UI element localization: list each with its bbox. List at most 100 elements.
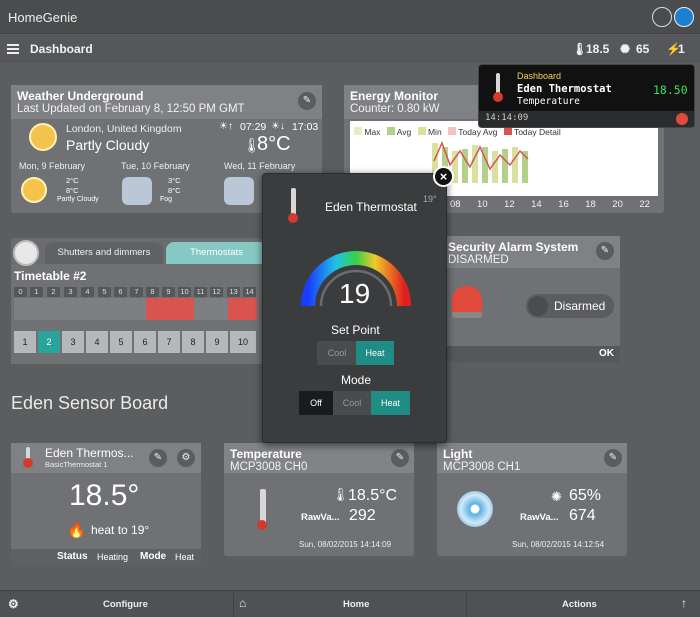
alarm-header: Security Alarm System DISARMED [440, 236, 620, 268]
x-tick: 10 [477, 199, 488, 210]
power-status-icon[interactable] [674, 7, 694, 27]
toast-alert-icon[interactable] [676, 113, 688, 125]
thermostat-value: 18.5° [69, 479, 140, 512]
setpoint-cool-button[interactable]: Cool [317, 341, 357, 365]
x-tick: 08 [450, 199, 461, 210]
disc-icon [457, 491, 493, 527]
timetable-page-button[interactable]: 3 [62, 331, 84, 353]
alarm-status: DISARMED [448, 254, 509, 266]
alarm-toggle[interactable]: Disarmed [526, 294, 614, 318]
forecast-day: Mon, 9 February [19, 161, 86, 171]
tab-thermostats[interactable]: Thermostats [166, 242, 267, 264]
light-subtitle: MCP3008 CH1 [443, 461, 521, 473]
raw-value: 674 [569, 507, 596, 524]
toast-property: Temperature [517, 96, 580, 107]
timetable-row[interactable] [14, 298, 257, 320]
sunset-time: 17:03 [292, 121, 319, 133]
light-title: Light [443, 447, 473, 461]
header-temperature: 18.5 [586, 42, 610, 56]
timetable-hour: 7 [130, 287, 143, 297]
timetable-page-button[interactable]: 5 [110, 331, 132, 353]
light-timestamp: Sun, 08/02/2015 14:12:54 [512, 540, 605, 549]
popup-title: Eden Thermostat [325, 200, 417, 214]
toolbar-divider [233, 591, 234, 617]
thermostat-title: Eden Thermos... [45, 446, 134, 460]
raw-value-label: RawVa... [301, 512, 340, 523]
timetable-page-button[interactable]: 9 [206, 331, 228, 353]
timetable-page-button[interactable]: 10 [230, 331, 256, 353]
timetable-page-button[interactable]: 7 [158, 331, 180, 353]
edit-icon[interactable]: ✎ [149, 449, 167, 467]
edit-icon[interactable]: ✎ [596, 242, 614, 260]
timetable-hour: 9 [162, 287, 175, 297]
energy-bar [512, 147, 518, 183]
timetable-page-button[interactable]: 8 [182, 331, 204, 353]
alarm-toggle-label: Disarmed [554, 299, 606, 313]
forecast-day: Tue, 10 February [121, 161, 190, 171]
light-value: 65% [569, 487, 602, 504]
thermometer-icon [493, 73, 503, 102]
partly-cloudy-icon [29, 123, 57, 151]
energy-bar [472, 145, 478, 183]
filter-icon[interactable] [652, 7, 672, 27]
timetable-hour: 11 [194, 287, 207, 297]
weather-last-updated: Last Updated on February 8, 12:50 PM GMT [17, 103, 245, 115]
toast-category: Dashboard [517, 71, 562, 81]
timetable-page-button[interactable]: 1 [14, 331, 36, 353]
toast-device: Eden Thermostat [517, 83, 612, 95]
setpoint-heat-button[interactable]: Heat [356, 341, 394, 365]
edit-icon[interactable]: ✎ [298, 92, 316, 110]
forecast-low: 8°C [168, 186, 181, 195]
light-header: Light MCP3008 CH1 [437, 443, 627, 473]
thermometer-icon [23, 447, 33, 468]
security-alarm-widget: Security Alarm System DISARMED ✎ Disarme… [440, 236, 620, 362]
tab-shutters-dimmers[interactable]: Shutters and dimmers [45, 242, 163, 264]
header-luminance-icon: ✺ [620, 42, 631, 56]
setpoint-value: 19 [339, 278, 371, 309]
home-button[interactable]: Home [343, 599, 369, 610]
siren-icon [452, 286, 482, 318]
timetable-hour: 2 [47, 287, 60, 297]
menu-icon[interactable] [7, 44, 19, 54]
sunrise-time: 07:29 [240, 121, 267, 133]
toast-footer: 14:14:09 [479, 111, 694, 127]
configure-button[interactable]: Configure [103, 599, 148, 610]
fog-icon [122, 177, 152, 205]
toolbar-divider [466, 591, 467, 617]
arrow-up-icon[interactable]: ↑ [681, 596, 687, 610]
close-icon[interactable]: × [433, 166, 454, 187]
temperature-header: Temperature MCP3008 CH0 [224, 443, 414, 473]
toggle-knob [528, 296, 548, 316]
x-tick: 16 [558, 199, 569, 210]
mode-heat-button[interactable]: Heat [371, 391, 410, 415]
temperature-value: 18.5°C [348, 487, 398, 504]
gear-icon[interactable]: ⚙ [177, 449, 195, 467]
alarm-ok-button[interactable]: OK [599, 348, 614, 359]
timetable-hour: 1 [30, 287, 43, 297]
thermostat-subtitle: BasicThermostat 1 [45, 460, 108, 469]
home-icon[interactable]: ⌂ [239, 596, 246, 610]
mode-cool-button[interactable]: Cool [333, 391, 371, 415]
energy-bar [492, 151, 498, 183]
flame-icon: 🔥 [67, 522, 86, 539]
timetable-page-button[interactable]: 6 [134, 331, 156, 353]
edit-icon[interactable]: ✎ [604, 449, 622, 467]
x-tick: 22 [639, 199, 650, 210]
timetable-page-button[interactable]: 4 [86, 331, 108, 353]
mode-off-button[interactable]: Off [299, 391, 333, 415]
timetable-hour: 12 [210, 287, 223, 297]
timetable-hour: 0 [14, 287, 27, 297]
actions-button[interactable]: Actions [562, 599, 597, 610]
edit-icon[interactable]: ✎ [391, 449, 409, 467]
timetable-slot-active [228, 298, 257, 320]
temperature-subtitle: MCP3008 CH0 [230, 461, 308, 473]
thermometer-icon [288, 188, 298, 223]
mode-value: Heat [175, 552, 195, 562]
x-tick: 18 [585, 199, 596, 210]
timetable-hour: 13 [227, 287, 240, 297]
x-tick: 20 [612, 199, 623, 210]
gear-icon[interactable]: ⚙ [8, 597, 19, 611]
weather-header: Weather Underground Last Updated on Febr… [11, 85, 322, 119]
timetable-page-button[interactable]: 2 [38, 331, 60, 353]
mode-label: Mode [140, 551, 167, 562]
